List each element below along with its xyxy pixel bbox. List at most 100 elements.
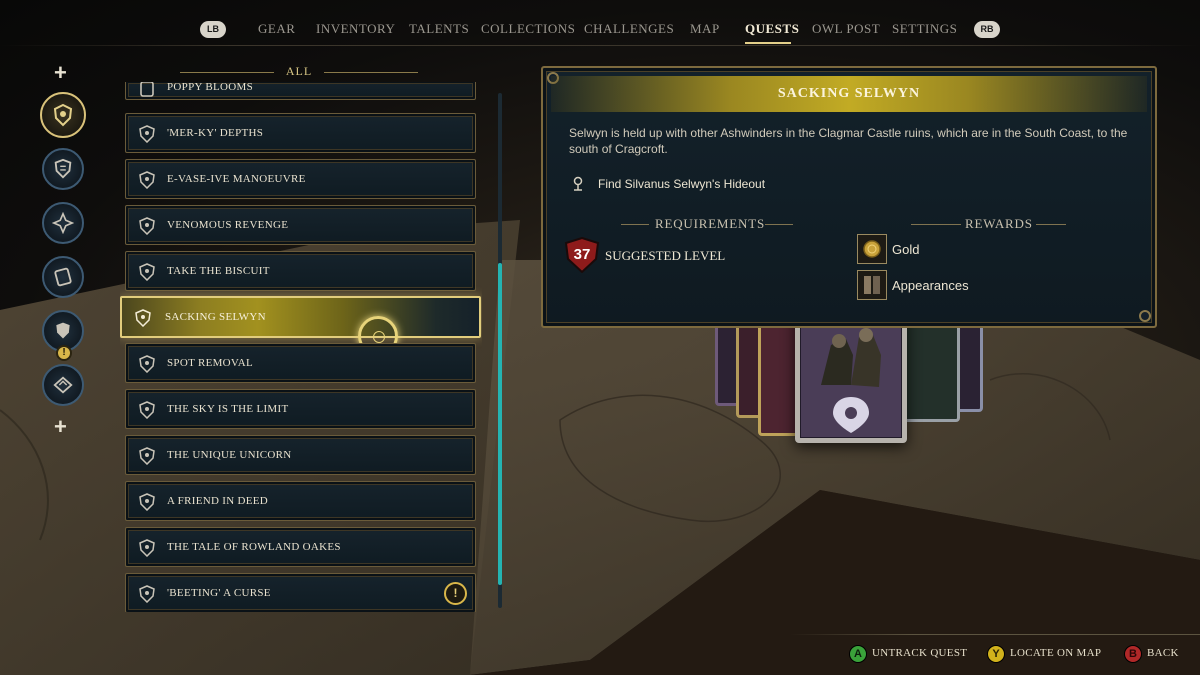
nav-divider	[0, 45, 1200, 46]
shield-icon	[139, 263, 155, 281]
tab-collections[interactable]: COLLECTIONS	[481, 21, 575, 37]
hint-bar-divider	[790, 634, 1200, 635]
quest-title: THE UNIQUE UNICORN	[167, 449, 292, 461]
shield-icon	[139, 401, 155, 419]
category-relationship-button[interactable]	[42, 202, 84, 244]
quest-list-scroll-thumb[interactable]	[498, 263, 502, 585]
quest-list: POPPY BLOOMS 'MER-KY' DEPTHS E-VASE-IVE …	[120, 82, 482, 612]
quest-row-spot-removal[interactable]: SPOT REMOVAL	[125, 343, 476, 383]
quest-row-venomous-revenge[interactable]: VENOMOUS REVENGE	[125, 205, 476, 245]
requirements-rule-left	[621, 224, 649, 225]
quest-card-art	[800, 314, 902, 438]
quest-row-a-friend-in-deed[interactable]: A FRIEND IN DEED	[125, 481, 476, 521]
shield-icon	[139, 493, 155, 511]
a-button-icon: A	[849, 645, 867, 663]
shield-icon	[139, 585, 155, 603]
category-all-button[interactable]	[40, 92, 86, 138]
quest-title-banner: SACKING SELWYN	[551, 76, 1147, 112]
shield-icon	[139, 447, 155, 465]
filter-all-label[interactable]: ALL	[278, 64, 320, 79]
gold-coin-icon	[863, 240, 881, 258]
crest-icon	[53, 103, 73, 127]
quest-description: Selwyn is held up with other Ashwinders …	[569, 126, 1128, 156]
lb-bumper-button[interactable]: LB	[200, 21, 226, 38]
quest-row-take-the-biscuit[interactable]: TAKE THE BISCUIT	[125, 251, 476, 291]
b-button-icon: B	[1124, 645, 1142, 663]
rewards-heading: REWARDS	[965, 216, 1033, 231]
shield-icon	[139, 539, 155, 557]
tab-challenges[interactable]: CHALLENGES	[584, 21, 674, 37]
quest-title: POPPY BLOOMS	[167, 82, 254, 93]
requirements-heading: REQUIREMENTS	[655, 216, 765, 231]
quest-title: SPOT REMOVAL	[167, 357, 254, 369]
category-house-button[interactable]	[42, 148, 84, 190]
tab-map[interactable]: MAP	[690, 21, 720, 37]
plus-icon: +	[54, 414, 67, 439]
quest-details-panel: SACKING SELWYN Selwyn is held up with ot…	[541, 66, 1157, 328]
quest-portrait-icon	[801, 315, 901, 437]
quest-objective: Find Silvanus Selwyn's Hideout	[598, 177, 766, 191]
category-alert-badge: !	[56, 345, 72, 361]
rb-bumper-button[interactable]: RB	[974, 21, 1000, 38]
reward-gold-slot	[857, 234, 887, 264]
shield-icon	[139, 217, 155, 235]
selected-quest-card	[795, 309, 907, 443]
quest-row-evaseive-manoeuvre[interactable]: E-VASE-IVE MANOEUVRE	[125, 159, 476, 199]
shield-icon	[135, 309, 151, 327]
tab-settings[interactable]: SETTINGS	[892, 21, 957, 37]
reward-appearances-label: Appearances	[892, 278, 969, 293]
shield-icon	[139, 355, 155, 373]
tab-inventory[interactable]: INVENTORY	[316, 21, 395, 37]
tab-quests[interactable]: QUESTS	[745, 21, 799, 37]
quest-title: THE TALE OF ROWLAND OAKES	[167, 541, 341, 553]
suggested-level-number: 37	[573, 246, 591, 263]
tab-owl-post[interactable]: OWL POST	[812, 21, 880, 37]
quest-title: SACKING SELWYN	[165, 311, 266, 323]
suggested-level-label: SUGGESTED LEVEL	[605, 248, 726, 263]
quest-row-poppy-blooms[interactable]: POPPY BLOOMS	[125, 82, 476, 100]
back-button[interactable]: BACK	[1147, 647, 1179, 659]
appearance-icon	[864, 276, 880, 294]
top-navigation: LB GEAR INVENTORY TALENTS COLLECTIONS CH…	[0, 0, 1200, 58]
reward-appearances-slot	[857, 270, 887, 300]
map-scroll-icon	[54, 267, 72, 287]
quest-title: TAKE THE BISCUIT	[167, 265, 270, 277]
shield-icon	[139, 125, 155, 143]
untrack-quest-button[interactable]: UNTRACK QUEST	[872, 647, 967, 659]
compass-icon	[52, 212, 74, 234]
y-button-icon: Y	[987, 645, 1005, 663]
tab-talents[interactable]: TALENTS	[409, 21, 469, 37]
quest-row-the-tale-of-rowland-oakes[interactable]: THE TALE OF ROWLAND OAKES	[125, 527, 476, 567]
quest-row-sacking-selwyn[interactable]: SACKING SELWYN	[120, 296, 481, 356]
rewards-rule-left	[911, 224, 961, 225]
quest-row-the-unique-unicorn[interactable]: THE UNIQUE UNICORN	[125, 435, 476, 475]
quest-alert-badge: !	[444, 582, 467, 605]
shield-icon	[56, 322, 70, 339]
active-tab-underline	[745, 42, 791, 44]
filter-divider-left	[180, 72, 274, 73]
locate-on-map-button[interactable]: LOCATE ON MAP	[1010, 647, 1101, 659]
quest-title: 'BEETING' A CURSE	[167, 587, 271, 599]
category-side-button[interactable]	[42, 256, 84, 298]
tab-gear[interactable]: GEAR	[258, 21, 295, 37]
quest-title: VENOMOUS REVENGE	[167, 219, 289, 231]
quest-title: E-VASE-IVE MANOEUVRE	[167, 173, 306, 185]
rewards-rule-right	[1036, 224, 1066, 225]
reward-gold-label: Gold	[892, 242, 920, 257]
requirements-rule-right	[765, 224, 793, 225]
quest-title: A FRIEND IN DEED	[167, 495, 269, 507]
category-beast-button[interactable]	[42, 364, 84, 406]
scroll-icon	[140, 82, 154, 97]
shield-icon	[139, 171, 155, 189]
hippogriff-icon	[53, 376, 73, 394]
quest-row-merky-depths[interactable]: 'MER-KY' DEPTHS	[125, 113, 476, 153]
objective-marker-icon	[573, 176, 583, 191]
quest-title: 'MER-KY' DEPTHS	[167, 127, 264, 139]
quest-title: SACKING SELWYN	[777, 86, 921, 101]
panel-corner-ornament	[1139, 310, 1151, 322]
quest-row-beeting-a-curse[interactable]: 'BEETING' A CURSE !	[125, 573, 476, 612]
quest-row-the-sky-is-the-limit[interactable]: THE SKY IS THE LIMIT	[125, 389, 476, 429]
plus-icon: +	[54, 60, 67, 85]
house-shield-icon	[54, 158, 72, 179]
quest-title: THE SKY IS THE LIMIT	[167, 403, 289, 415]
